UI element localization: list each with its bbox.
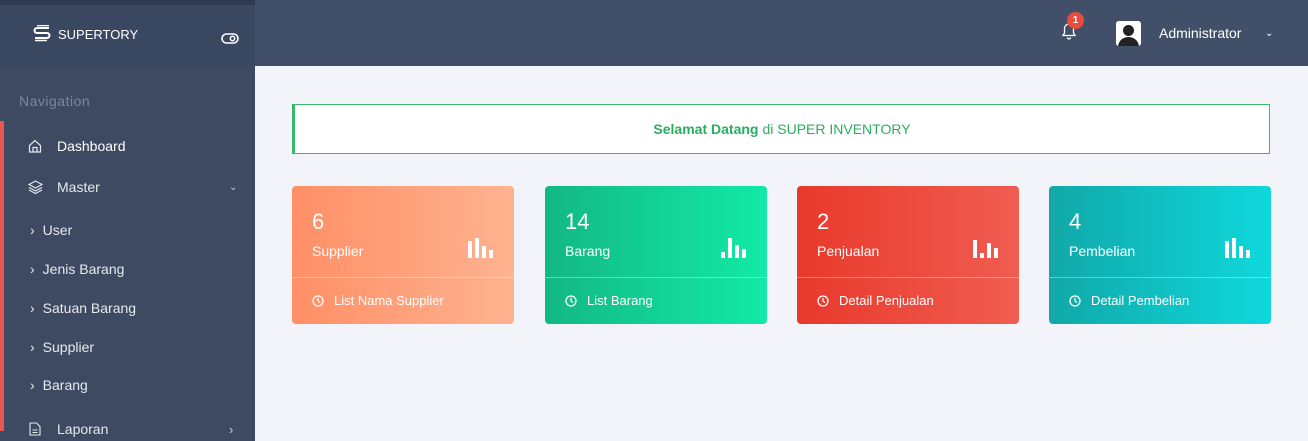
stat-card-barang[interactable]: 14 Barang List Barang bbox=[545, 186, 767, 324]
sidebar-item-label: Master bbox=[57, 179, 100, 195]
brand-name: SUPERTORY bbox=[58, 26, 139, 42]
card-divider bbox=[545, 277, 767, 278]
stat-card-supplier[interactable]: 6 Supplier List Nama Supplier bbox=[292, 186, 514, 324]
stat-label: Pembelian bbox=[1069, 243, 1136, 259]
toggle-icon[interactable] bbox=[221, 31, 239, 49]
stat-count: 6 bbox=[312, 209, 325, 234]
sidebar-item-dashboard[interactable]: Dashboard bbox=[0, 128, 255, 164]
card-divider bbox=[1049, 277, 1271, 278]
card-footer-label: List Nama Supplier bbox=[334, 293, 444, 308]
sidebar-title: Navigation bbox=[19, 93, 91, 109]
stat-card-penjualan[interactable]: 2 Penjualan Detail Penjualan bbox=[797, 186, 1019, 324]
sidebar-item-label: User bbox=[42, 222, 73, 238]
bar-chart-icon bbox=[1225, 238, 1250, 258]
welcome-text: di SUPER INVENTORY bbox=[762, 121, 911, 137]
card-footer-label: Detail Pembelian bbox=[1091, 293, 1190, 308]
card-footer-link[interactable]: List Nama Supplier bbox=[312, 293, 444, 308]
card-divider bbox=[292, 277, 514, 278]
stat-count: 2 bbox=[817, 209, 830, 234]
chevron-right-icon: › bbox=[30, 339, 35, 355]
sidebar-item-supplier[interactable]: › Supplier bbox=[0, 329, 255, 365]
sidebar-item-barang[interactable]: › Barang bbox=[0, 367, 255, 403]
clock-icon bbox=[312, 294, 324, 307]
bar-chart-icon bbox=[468, 238, 493, 258]
welcome-banner: Selamat Datang di SUPER INVENTORY bbox=[292, 104, 1270, 154]
chevron-right-icon: › bbox=[30, 377, 35, 393]
user-name[interactable]: Administrator bbox=[1159, 25, 1241, 41]
sidebar-item-label: Dashboard bbox=[57, 138, 126, 154]
sidebar-item-user[interactable]: › User bbox=[0, 212, 255, 248]
top-navbar: SUPERTORY 1 Administrator ⌄ bbox=[0, 0, 1308, 66]
card-divider bbox=[797, 277, 1019, 278]
stat-count: 4 bbox=[1069, 209, 1082, 234]
home-icon bbox=[27, 139, 43, 153]
stat-label: Barang bbox=[565, 243, 611, 259]
stat-label: Penjualan bbox=[817, 243, 880, 259]
chevron-down-icon[interactable]: ⌄ bbox=[1265, 28, 1273, 39]
sidebar-item-label: Supplier bbox=[42, 339, 95, 355]
bar-chart-icon bbox=[973, 240, 998, 258]
card-footer-link[interactable]: List Barang bbox=[565, 293, 653, 308]
sidebar-item-laporan[interactable]: Laporan › bbox=[0, 411, 255, 441]
notification-badge: 1 bbox=[1067, 12, 1084, 29]
sidebar-item-satuan-barang[interactable]: › Satuan Barang bbox=[0, 290, 255, 326]
file-icon bbox=[27, 422, 43, 436]
chevron-right-icon: › bbox=[30, 222, 35, 238]
logo-icon bbox=[33, 25, 51, 42]
chevron-right-icon: › bbox=[229, 421, 234, 437]
chevron-down-icon: ⌄ bbox=[229, 181, 238, 193]
sidebar-item-label: Barang bbox=[42, 377, 88, 393]
chevron-right-icon: › bbox=[30, 261, 35, 277]
card-footer-label: List Barang bbox=[587, 293, 653, 308]
card-footer-link[interactable]: Detail Pembelian bbox=[1069, 293, 1189, 308]
stat-count: 14 bbox=[565, 209, 590, 234]
clock-icon bbox=[565, 294, 577, 307]
sidebar-item-label: Laporan bbox=[57, 421, 109, 437]
sidebar: Navigation Dashboard Master ⌄ › User › J… bbox=[0, 66, 255, 441]
brand-logo[interactable]: SUPERTORY bbox=[32, 25, 138, 43]
chevron-right-icon: › bbox=[30, 300, 35, 316]
card-footer-label: Detail Penjualan bbox=[839, 293, 934, 308]
welcome-bold-text: Selamat Datang bbox=[653, 121, 759, 137]
sidebar-item-jenis-barang[interactable]: › Jenis Barang bbox=[0, 251, 255, 287]
sidebar-item-master[interactable]: Master ⌄ bbox=[0, 169, 255, 205]
clock-icon bbox=[817, 294, 829, 307]
stat-label: Supplier bbox=[312, 243, 364, 259]
sidebar-item-label: Jenis Barang bbox=[42, 261, 125, 277]
avatar-icon[interactable] bbox=[1116, 21, 1141, 46]
stat-card-pembelian[interactable]: 4 Pembelian Detail Pembelian bbox=[1049, 186, 1271, 324]
bar-chart-icon bbox=[721, 238, 746, 258]
sidebar-item-label: Satuan Barang bbox=[42, 300, 137, 316]
card-footer-link[interactable]: Detail Penjualan bbox=[817, 293, 934, 308]
layers-icon bbox=[27, 180, 43, 194]
clock-icon bbox=[1069, 294, 1081, 307]
